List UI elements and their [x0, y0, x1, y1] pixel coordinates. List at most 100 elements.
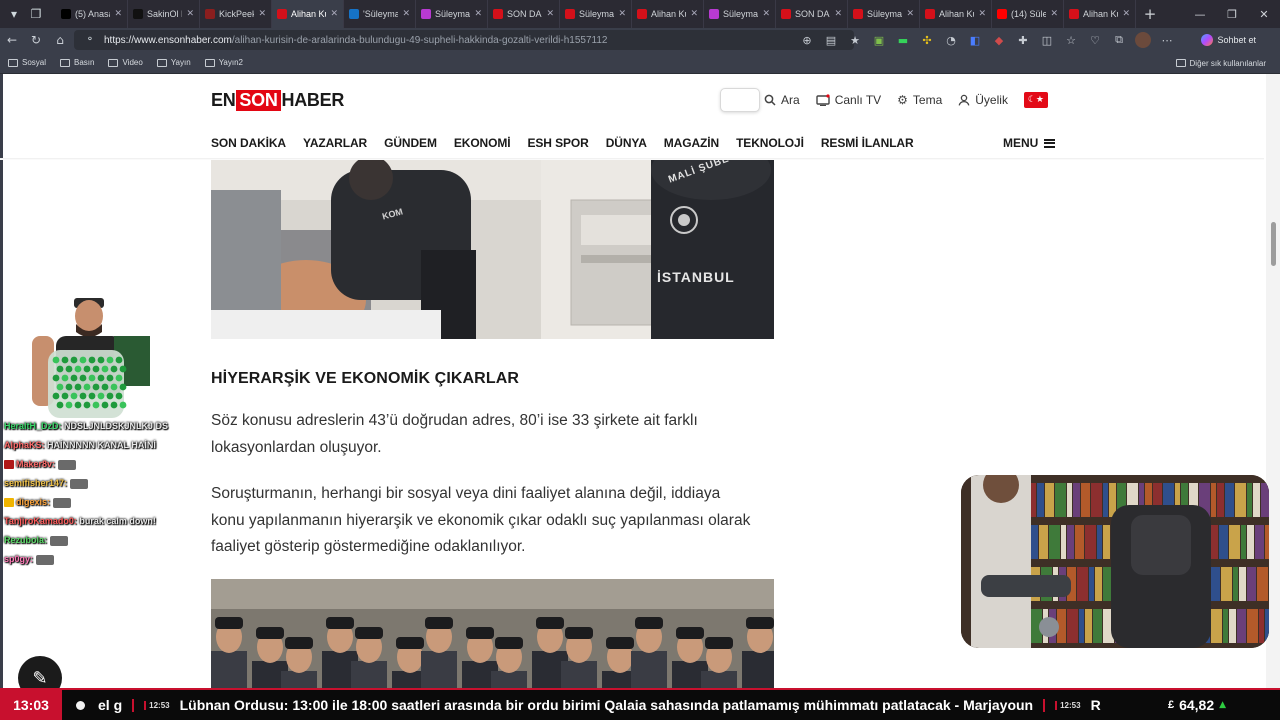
menu-button[interactable]: MENU	[1003, 134, 1056, 152]
scrollbar-thumb[interactable]	[1271, 222, 1276, 266]
extension-1-icon[interactable]: ▣	[868, 30, 890, 50]
extension-3-icon[interactable]: ✣	[916, 30, 938, 50]
chat-username: TanjiroKamado0:	[4, 516, 77, 526]
chat-badge-icon	[4, 498, 14, 508]
bookmark-folder[interactable]: Yayın2	[204, 58, 243, 67]
tab-close-icon[interactable]: ✕	[474, 9, 482, 19]
new-tab-button[interactable]: +	[1136, 5, 1164, 23]
site-info-icon[interactable]: ⚬	[82, 32, 98, 48]
tab-close-icon[interactable]: ✕	[1122, 9, 1130, 19]
shelf-book	[1031, 525, 1038, 559]
nav-item[interactable]: YAZARLAR	[303, 136, 367, 150]
browser-tab[interactable]: Alihan Ku ✕	[920, 0, 992, 28]
nav-item[interactable]: ESH SPOR	[527, 136, 588, 150]
tab-actions-icon[interactable]: ▾	[6, 6, 22, 22]
split-screen-icon[interactable]: ◫	[1036, 30, 1058, 50]
site-logo[interactable]: EN SON HABER	[211, 89, 344, 111]
tab-close-icon[interactable]: ✕	[618, 9, 626, 19]
ticker-clock: 13:03	[0, 690, 62, 720]
browser-tab[interactable]: Süleyman✕	[704, 0, 776, 28]
restore-button[interactable]: ❐	[1216, 0, 1248, 28]
bookmark-folder[interactable]: Basın	[60, 58, 94, 67]
bookmark-folder[interactable]: Yayın	[156, 58, 191, 67]
extension-5-icon[interactable]: ◧	[964, 30, 986, 50]
workspaces-icon[interactable]: ❐	[28, 6, 44, 22]
search-input[interactable]	[720, 88, 760, 112]
extension-4-icon[interactable]: ◔	[940, 30, 962, 50]
tab-close-icon[interactable]: ✕	[834, 9, 842, 19]
browser-tab[interactable]: Alihan Ku ✕	[272, 0, 344, 28]
collections-icon[interactable]: ⧉	[1108, 30, 1130, 50]
tab-close-icon[interactable]: ✕	[258, 9, 266, 19]
ticker-marquee: el g 12:53 Lübnan Ordusu: 13:00 ile 18:0…	[98, 690, 1114, 720]
browser-tab[interactable]: SakinOl H ✕	[128, 0, 200, 28]
tab-close-icon[interactable]: ✕	[114, 9, 122, 19]
search-button[interactable]: Ara	[764, 93, 800, 107]
shelf-book	[1247, 567, 1256, 601]
jar-candy	[106, 356, 114, 364]
turkish-flag-icon[interactable]: ☾★	[1023, 92, 1048, 108]
favorite-star-icon[interactable]: ★	[844, 30, 866, 50]
tab-favicon-icon	[205, 9, 215, 19]
chat-username: AlphaKS:	[4, 440, 45, 450]
nav-item[interactable]: GÜNDEM	[384, 136, 437, 150]
tab-close-icon[interactable]: ✕	[330, 9, 338, 19]
more-menu-icon[interactable]: ⋯	[1156, 30, 1178, 50]
home-button[interactable]: ⌂	[48, 28, 72, 52]
reader-icon[interactable]: ▤	[820, 30, 842, 50]
nav-item[interactable]: DÜNYA	[606, 136, 647, 150]
copilot-button[interactable]: Sohbet et	[1201, 32, 1256, 48]
extensions-puzzle-icon[interactable]: ✚	[1012, 30, 1034, 50]
browser-tab[interactable]: (5) Anasa ✕	[56, 0, 128, 28]
tab-favicon-icon	[709, 9, 719, 19]
theme-toggle[interactable]: ⚙ Tema	[897, 93, 942, 107]
nav-item[interactable]: RESMİ İLANLAR	[821, 136, 914, 150]
crowd-body	[211, 651, 247, 688]
shelf-book	[1077, 567, 1088, 601]
favorites-icon[interactable]: ☆	[1060, 30, 1082, 50]
browser-tab[interactable]: (14) Süley ✕	[992, 0, 1064, 28]
other-bookmarks[interactable]: Diğer sık kullanılanlar	[1175, 52, 1266, 74]
shelf-book	[1241, 525, 1246, 559]
tab-close-icon[interactable]: ✕	[906, 9, 914, 19]
browser-tab[interactable]: SON DAK ✕	[776, 0, 848, 28]
browser-tab[interactable]: Süleyman✕	[560, 0, 632, 28]
tab-close-icon[interactable]: ✕	[546, 9, 554, 19]
nav-item[interactable]: EKONOMİ	[454, 136, 511, 150]
live-tv-link[interactable]: Canlı TV	[815, 93, 881, 107]
nav-item[interactable]: TEKNOLOJİ	[736, 136, 804, 150]
bookmark-folder[interactable]: Video	[108, 58, 143, 67]
back-button[interactable]: ←	[0, 28, 24, 52]
extension-2-icon[interactable]: ▬	[892, 30, 914, 50]
tab-close-icon[interactable]: ✕	[762, 9, 770, 19]
shelf-book	[1235, 483, 1246, 517]
tab-close-icon[interactable]: ✕	[1050, 9, 1058, 19]
browser-tab[interactable]: 'Süleyman ✕	[344, 0, 416, 28]
jar-candy	[115, 392, 123, 400]
extension-6-icon[interactable]: ◆	[988, 30, 1010, 50]
reload-button[interactable]: ↻	[24, 28, 48, 52]
membership-link[interactable]: Üyelik	[958, 93, 1008, 107]
jar-candy	[65, 383, 73, 391]
tab-close-icon[interactable]: ✕	[690, 9, 698, 19]
chat-emote-icon	[36, 554, 55, 565]
address-bar[interactable]: ⚬ https://www.ensonhaber.com/alihan-kuri…	[74, 30, 854, 50]
profile-avatar[interactable]	[1135, 32, 1151, 48]
zoom-icon[interactable]: ⊕	[796, 30, 818, 50]
browser-tab[interactable]: Alihan Ku ✕	[1064, 0, 1136, 28]
nav-item[interactable]: MAGAZİN	[664, 136, 719, 150]
minimize-button[interactable]: —	[1184, 0, 1216, 28]
tab-close-icon[interactable]: ✕	[402, 9, 410, 19]
browser-tab[interactable]: SON DAK ✕	[488, 0, 560, 28]
tab-close-icon[interactable]: ✕	[978, 9, 986, 19]
browser-tab[interactable]: Alihan Ku ✕	[632, 0, 704, 28]
browser-tab[interactable]: KickPeek ✕	[200, 0, 272, 28]
nav-item[interactable]: SON DAKİKA	[211, 136, 286, 150]
close-window-button[interactable]: ✕	[1248, 0, 1280, 28]
tab-close-icon[interactable]: ✕	[186, 9, 194, 19]
bookmark-folder[interactable]: Sosyal	[8, 58, 46, 67]
browser-tab[interactable]: Süleyman✕	[848, 0, 920, 28]
performance-icon[interactable]: ♡	[1084, 30, 1106, 50]
browser-tab[interactable]: Süleyman✕	[416, 0, 488, 28]
shelf-book	[1067, 609, 1078, 643]
